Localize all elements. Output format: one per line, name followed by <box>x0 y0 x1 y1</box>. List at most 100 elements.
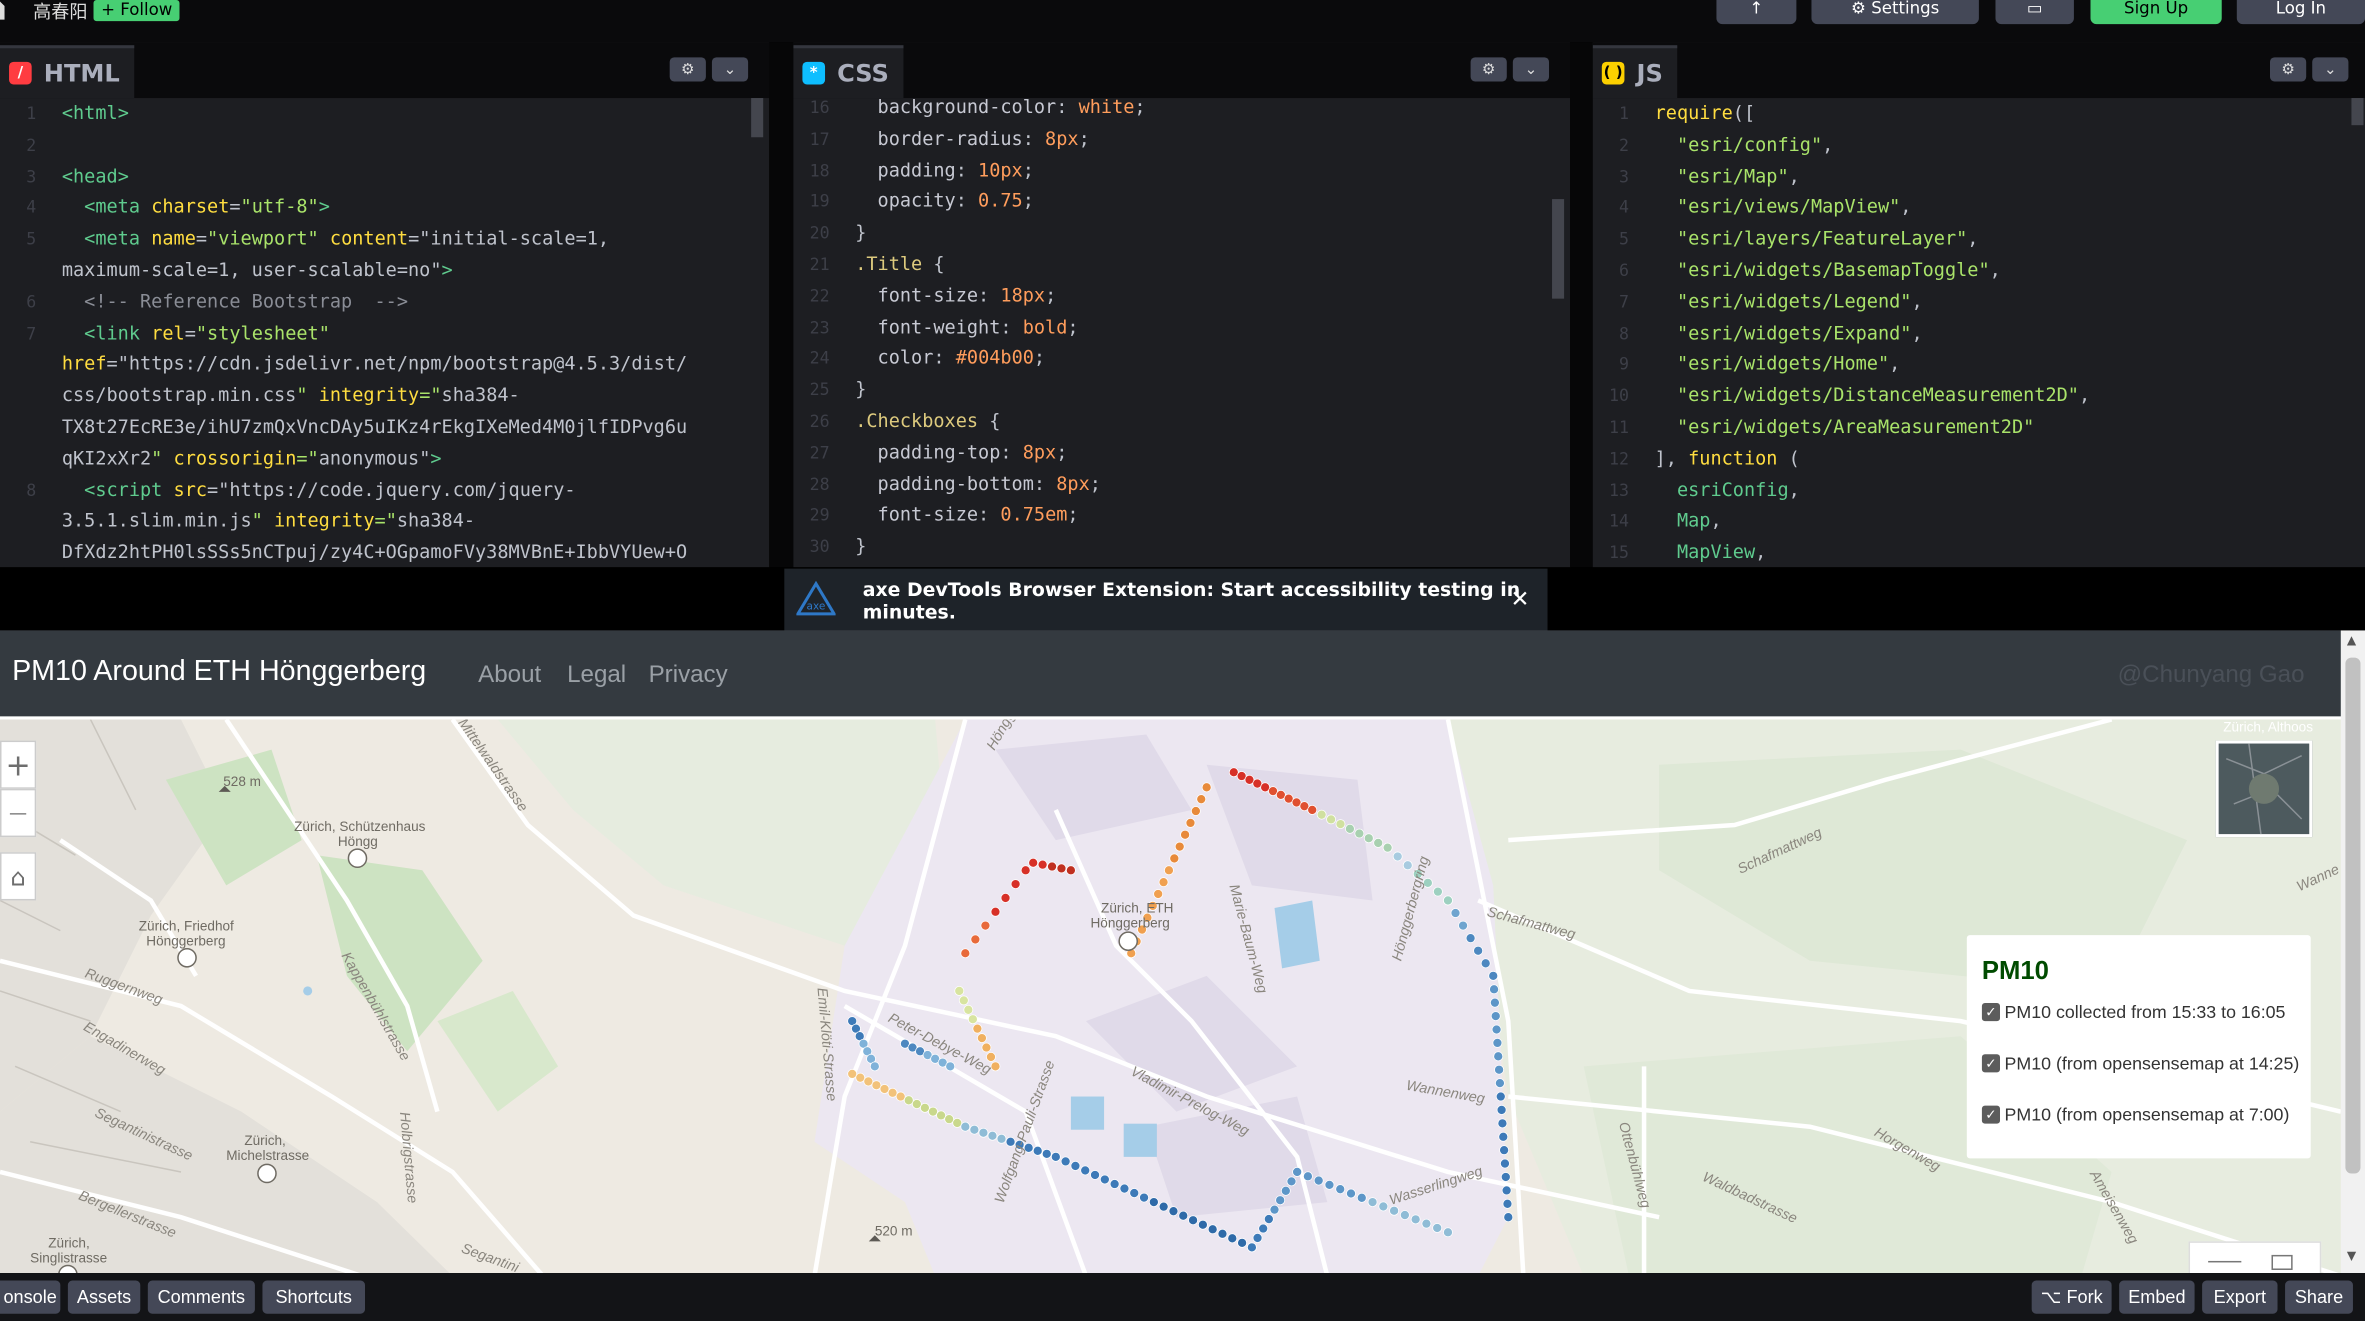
pm10-point[interactable] <box>1503 1212 1514 1223</box>
pane-resizer[interactable] <box>769 42 794 568</box>
code-text[interactable]: qKI2xXr2" crossorigin="anonymous"> <box>62 448 442 469</box>
code-text[interactable]: ], function ( <box>1655 448 1800 469</box>
pm10-point[interactable] <box>1450 908 1461 918</box>
code-line[interactable]: 3.5.1.slim.min.js" integrity="sha384- <box>0 506 475 538</box>
pm10-point[interactable] <box>1139 1192 1149 1203</box>
pm10-point[interactable] <box>1153 889 1164 899</box>
pm10-point[interactable] <box>1402 860 1413 871</box>
pm10-point[interactable] <box>1292 1167 1303 1177</box>
pm10-point[interactable] <box>1028 857 1039 868</box>
pane-resizer[interactable] <box>1570 42 1593 568</box>
pm10-point[interactable] <box>1500 1158 1510 1169</box>
pm10-point[interactable] <box>1489 997 1500 1008</box>
code-line[interactable]: 16 background-color: white; <box>793 92 1146 124</box>
pm10-point[interactable] <box>1217 1228 1228 1239</box>
pm10-point[interactable] <box>1060 1156 1071 1167</box>
code-text[interactable]: <link rel="stylesheet" <box>62 322 330 343</box>
pm10-point[interactable] <box>1197 1219 1208 1230</box>
login-button[interactable]: Log In <box>2236 0 2365 25</box>
pm10-point[interactable] <box>1382 842 1393 853</box>
nav-link-about[interactable]: About <box>478 662 541 689</box>
pm10-point[interactable] <box>978 1127 989 1138</box>
comments-button[interactable]: Comments <box>147 1280 255 1314</box>
code-line[interactable]: 5 "esri/layers/FeatureLayer", <box>1593 224 1978 256</box>
pm10-point[interactable] <box>1480 958 1491 969</box>
console-button[interactable]: onsole <box>0 1280 61 1314</box>
pm10-point[interactable] <box>1237 1237 1247 1248</box>
pm10-point[interactable] <box>1490 1011 1501 1021</box>
code-text[interactable]: "esri/widgets/BasemapToggle", <box>1655 259 2001 280</box>
css-editor[interactable]: * CSS ⚙ ⌄ 16 background-color: white; 17 … <box>793 42 1571 568</box>
code-text[interactable]: css/bootstrap.min.css" integrity="sha384… <box>62 385 520 406</box>
author-name[interactable]: 高春阳 <box>33 0 87 23</box>
code-line[interactable]: qKI2xXr2" crossorigin="anonymous"> <box>0 443 442 475</box>
code-line[interactable]: 11 "esri/widgets/AreaMeasurement2D" <box>1593 412 2034 444</box>
pm10-point[interactable] <box>1399 1210 1410 1220</box>
pm10-point[interactable] <box>970 934 981 945</box>
code-line[interactable]: 4 "esri/views/MapView", <box>1593 192 1911 224</box>
pm10-point[interactable] <box>871 1080 882 1091</box>
pm10-point[interactable] <box>928 1106 938 1117</box>
css-scrollbar[interactable] <box>1552 199 1565 299</box>
pm10-point[interactable] <box>1275 1195 1286 1206</box>
layout-button[interactable]: ▭ <box>1995 0 2074 25</box>
pm10-point[interactable] <box>960 948 971 959</box>
pm10-point[interactable] <box>1148 1197 1159 1208</box>
pm10-point[interactable] <box>1164 865 1174 876</box>
code-line[interactable]: TX8t27EcRE3e/ihU7zmQxVncDAy5uIKz4rEkgIXe… <box>0 412 687 444</box>
pm10-point[interactable] <box>1158 877 1169 888</box>
legend-item[interactable]: ✓ PM10 (from opensensemap at 14:25) <box>1981 1053 2299 1074</box>
pm10-point[interactable] <box>1501 1185 1512 1196</box>
code-text[interactable]: font-size: 0.75em; <box>855 504 1079 525</box>
code-line[interactable]: 20} <box>793 217 867 249</box>
code-text[interactable]: "esri/widgets/Expand", <box>1655 322 1923 343</box>
html-scrollbar[interactable] <box>751 98 764 138</box>
code-text[interactable]: maximum-scale=1, user-scalable=no"> <box>62 259 453 280</box>
pm10-point[interactable] <box>1356 1192 1367 1203</box>
code-text[interactable]: require([ <box>1655 103 1756 124</box>
code-text[interactable]: TX8t27EcRE3e/ihU7zmQxVncDAy5uIKz4rEkgIXe… <box>62 416 687 437</box>
pm10-point[interactable] <box>1188 1215 1198 1226</box>
html-code[interactable]: 1 <html> 2 3 <head> 4 <meta charset="utf-8"> 5… <box>0 98 769 567</box>
pm10-point[interactable] <box>1496 1105 1507 1115</box>
code-line[interactable]: 13 esriConfig, <box>1593 475 1800 507</box>
pm10-point[interactable] <box>1065 865 1076 876</box>
pm10-point[interactable] <box>1201 782 1212 793</box>
code-text[interactable]: Map, <box>1655 510 1722 531</box>
pm10-point[interactable] <box>1346 1188 1356 1199</box>
pm10-point[interactable] <box>1326 814 1336 825</box>
code-text[interactable]: <meta charset="utf-8"> <box>62 197 330 218</box>
code-line[interactable]: DfXdz2htPH0lsSSs5nCTpuj/zy4C+OGpamoFVy38… <box>0 537 687 567</box>
pm10-point[interactable] <box>1196 794 1207 805</box>
code-text[interactable]: opacity: 0.75; <box>855 191 1034 212</box>
code-text[interactable]: border-radius: 8px; <box>855 128 1090 149</box>
pm10-point[interactable] <box>1363 833 1374 844</box>
pm10-point[interactable] <box>996 1133 1007 1144</box>
pm10-point[interactable] <box>1185 817 1196 828</box>
code-text[interactable]: } <box>855 379 866 400</box>
pm10-point[interactable] <box>1169 853 1180 864</box>
zoom-out-button[interactable]: — <box>0 788 37 838</box>
embed-button[interactable]: Embed <box>2119 1280 2195 1314</box>
chevron-down-icon[interactable]: ⌄ <box>1512 57 1550 82</box>
code-line[interactable]: 29 font-size: 0.75em; <box>793 500 1079 532</box>
code-line[interactable]: 14 Map, <box>1593 506 1722 538</box>
pm10-point[interactable] <box>1345 823 1355 834</box>
code-text[interactable]: "esri/Map", <box>1655 165 1800 186</box>
code-text[interactable]: <!-- Reference Bootstrap --> <box>62 291 408 312</box>
code-text[interactable]: "esri/widgets/AreaMeasurement2D" <box>1655 416 2034 437</box>
navbar-brand[interactable]: PM10 Around ETH Hönggerberg <box>12 656 426 689</box>
close-icon[interactable]: ✕ <box>1510 585 1529 612</box>
checkbox-checked-icon[interactable]: ✓ <box>1981 1054 2001 1073</box>
basemap-toggle[interactable] <box>2215 740 2313 838</box>
banner-message[interactable]: axe DevTools Browser Extension: Start ac… <box>863 577 1548 622</box>
pm10-point[interactable] <box>963 1004 974 1015</box>
area-measure-icon[interactable] <box>2271 1254 2293 1270</box>
pm10-point[interactable] <box>1000 893 1011 903</box>
code-text[interactable]: } <box>855 536 866 557</box>
pm10-point[interactable] <box>1041 1148 1052 1159</box>
share-button[interactable]: Share <box>2285 1280 2353 1314</box>
css-code[interactable]: 16 background-color: white; 17 border-rad… <box>793 92 1570 567</box>
pm10-point[interactable] <box>920 1102 930 1113</box>
js-scrollbar[interactable] <box>2351 98 2364 126</box>
